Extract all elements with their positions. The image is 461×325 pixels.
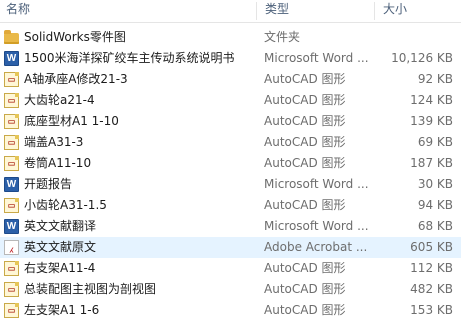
word-document-icon: W	[4, 219, 19, 234]
autocad-drawing-icon: ▭	[4, 114, 19, 129]
autocad-drawing-icon: ▭	[4, 261, 19, 276]
autocad-drawing-icon: ▭	[4, 303, 19, 318]
file-row[interactable]: W 英文文献翻译 Microsoft Word ... 68 KB	[0, 216, 461, 237]
file-row[interactable]: ▭ 左支架A1 1-6 AutoCAD 图形 153 KB	[0, 300, 461, 321]
file-name[interactable]: 英文文献原文	[24, 237, 256, 258]
file-name[interactable]: 小齿轮A31-1.5	[24, 195, 256, 216]
file-row[interactable]: ▭ 总装配图主视图为剖视图 AutoCAD 图形 482 KB	[0, 279, 461, 300]
file-size: 187 KB	[410, 156, 453, 170]
autocad-drawing-icon: ▭	[4, 72, 19, 87]
autocad-drawing-icon: ▭	[4, 198, 19, 213]
file-row[interactable]: W 1500米海洋探矿绞车主传动系统说明书 Microsoft Word ... 10…	[0, 48, 461, 69]
file-name[interactable]: 开题报告	[24, 174, 256, 195]
file-name[interactable]: 总装配图主视图为剖视图	[24, 279, 256, 300]
folder-icon	[4, 30, 19, 44]
file-size: 30 KB	[417, 177, 453, 191]
file-row[interactable]: ▭ 小齿轮A31-1.5 AutoCAD 图形 94 KB	[0, 195, 461, 216]
file-name[interactable]: 英文文献翻译	[24, 216, 256, 237]
pdf-document-icon: ⁁	[4, 240, 19, 255]
file-name[interactable]: SolidWorks零件图	[24, 27, 256, 48]
file-row[interactable]: ▭ 端盖A31-3 AutoCAD 图形 69 KB	[0, 132, 461, 153]
file-type: AutoCAD 图形	[264, 135, 346, 149]
file-row[interactable]: ▭ A轴承座A修改21-3 AutoCAD 图形 92 KB	[0, 69, 461, 90]
file-name[interactable]: 大齿轮a21-4	[24, 90, 256, 111]
file-type: AutoCAD 图形	[264, 93, 346, 107]
file-size: 94 KB	[417, 198, 453, 212]
file-name[interactable]: 底座型材A1 1-10	[24, 111, 256, 132]
file-size: 92 KB	[417, 72, 453, 86]
file-type: Microsoft Word ...	[264, 51, 369, 65]
file-type: AutoCAD 图形	[264, 156, 346, 170]
file-type: 文件夹	[264, 30, 301, 44]
column-header-bar: 名称 类型 大小	[0, 0, 461, 23]
column-divider[interactable]	[256, 2, 257, 20]
file-type: Microsoft Word ...	[264, 177, 369, 191]
file-name[interactable]: 左支架A1 1-6	[24, 300, 256, 321]
file-row[interactable]: ▭ 卷筒A11-10 AutoCAD 图形 187 KB	[0, 153, 461, 174]
file-type: AutoCAD 图形	[264, 114, 346, 128]
column-header-type[interactable]: 类型	[259, 0, 373, 22]
word-document-icon: W	[4, 177, 19, 192]
file-size: 10,126 KB	[391, 51, 453, 65]
file-name[interactable]: 卷筒A11-10	[24, 153, 256, 174]
file-type: AutoCAD 图形	[264, 198, 346, 212]
file-row[interactable]: ▭ 底座型材A1 1-10 AutoCAD 图形 139 KB	[0, 111, 461, 132]
column-divider[interactable]	[374, 2, 375, 20]
file-type: AutoCAD 图形	[264, 261, 346, 275]
file-row[interactable]: W 开题报告 Microsoft Word ... 30 KB	[0, 174, 461, 195]
file-row[interactable]: SolidWorks零件图 文件夹	[0, 27, 461, 48]
file-name[interactable]: 1500米海洋探矿绞车主传动系统说明书	[24, 48, 256, 69]
file-size: 605 KB	[410, 240, 453, 254]
file-size: 124 KB	[410, 93, 453, 107]
file-row[interactable]: ⁁ 英文文献原文 Adobe Acrobat ... 605 KB	[0, 237, 461, 258]
file-list: SolidWorks零件图 文件夹 W 1500米海洋探矿绞车主传动系统说明书 Micr…	[0, 27, 461, 321]
file-type: AutoCAD 图形	[264, 282, 346, 296]
file-type: Microsoft Word ...	[264, 219, 369, 233]
file-row[interactable]: ▭ 大齿轮a21-4 AutoCAD 图形 124 KB	[0, 90, 461, 111]
autocad-drawing-icon: ▭	[4, 282, 19, 297]
autocad-drawing-icon: ▭	[4, 156, 19, 171]
file-size: 482 KB	[410, 282, 453, 296]
file-size: 69 KB	[417, 135, 453, 149]
column-header-name[interactable]: 名称	[0, 0, 255, 22]
file-size: 153 KB	[410, 303, 453, 317]
file-size: 139 KB	[410, 114, 453, 128]
file-name[interactable]: 右支架A11-4	[24, 258, 256, 279]
file-name[interactable]: 端盖A31-3	[24, 132, 256, 153]
file-type: AutoCAD 图形	[264, 72, 346, 86]
word-document-icon: W	[4, 51, 19, 66]
autocad-drawing-icon: ▭	[4, 93, 19, 108]
autocad-drawing-icon: ▭	[4, 135, 19, 150]
file-size: 112 KB	[410, 261, 453, 275]
file-type: AutoCAD 图形	[264, 303, 346, 317]
file-type: Adobe Acrobat ...	[264, 240, 368, 254]
file-name[interactable]: A轴承座A修改21-3	[24, 69, 256, 90]
file-size: 68 KB	[417, 219, 453, 233]
file-row[interactable]: ▭ 右支架A11-4 AutoCAD 图形 112 KB	[0, 258, 461, 279]
column-header-size[interactable]: 大小	[377, 0, 461, 22]
